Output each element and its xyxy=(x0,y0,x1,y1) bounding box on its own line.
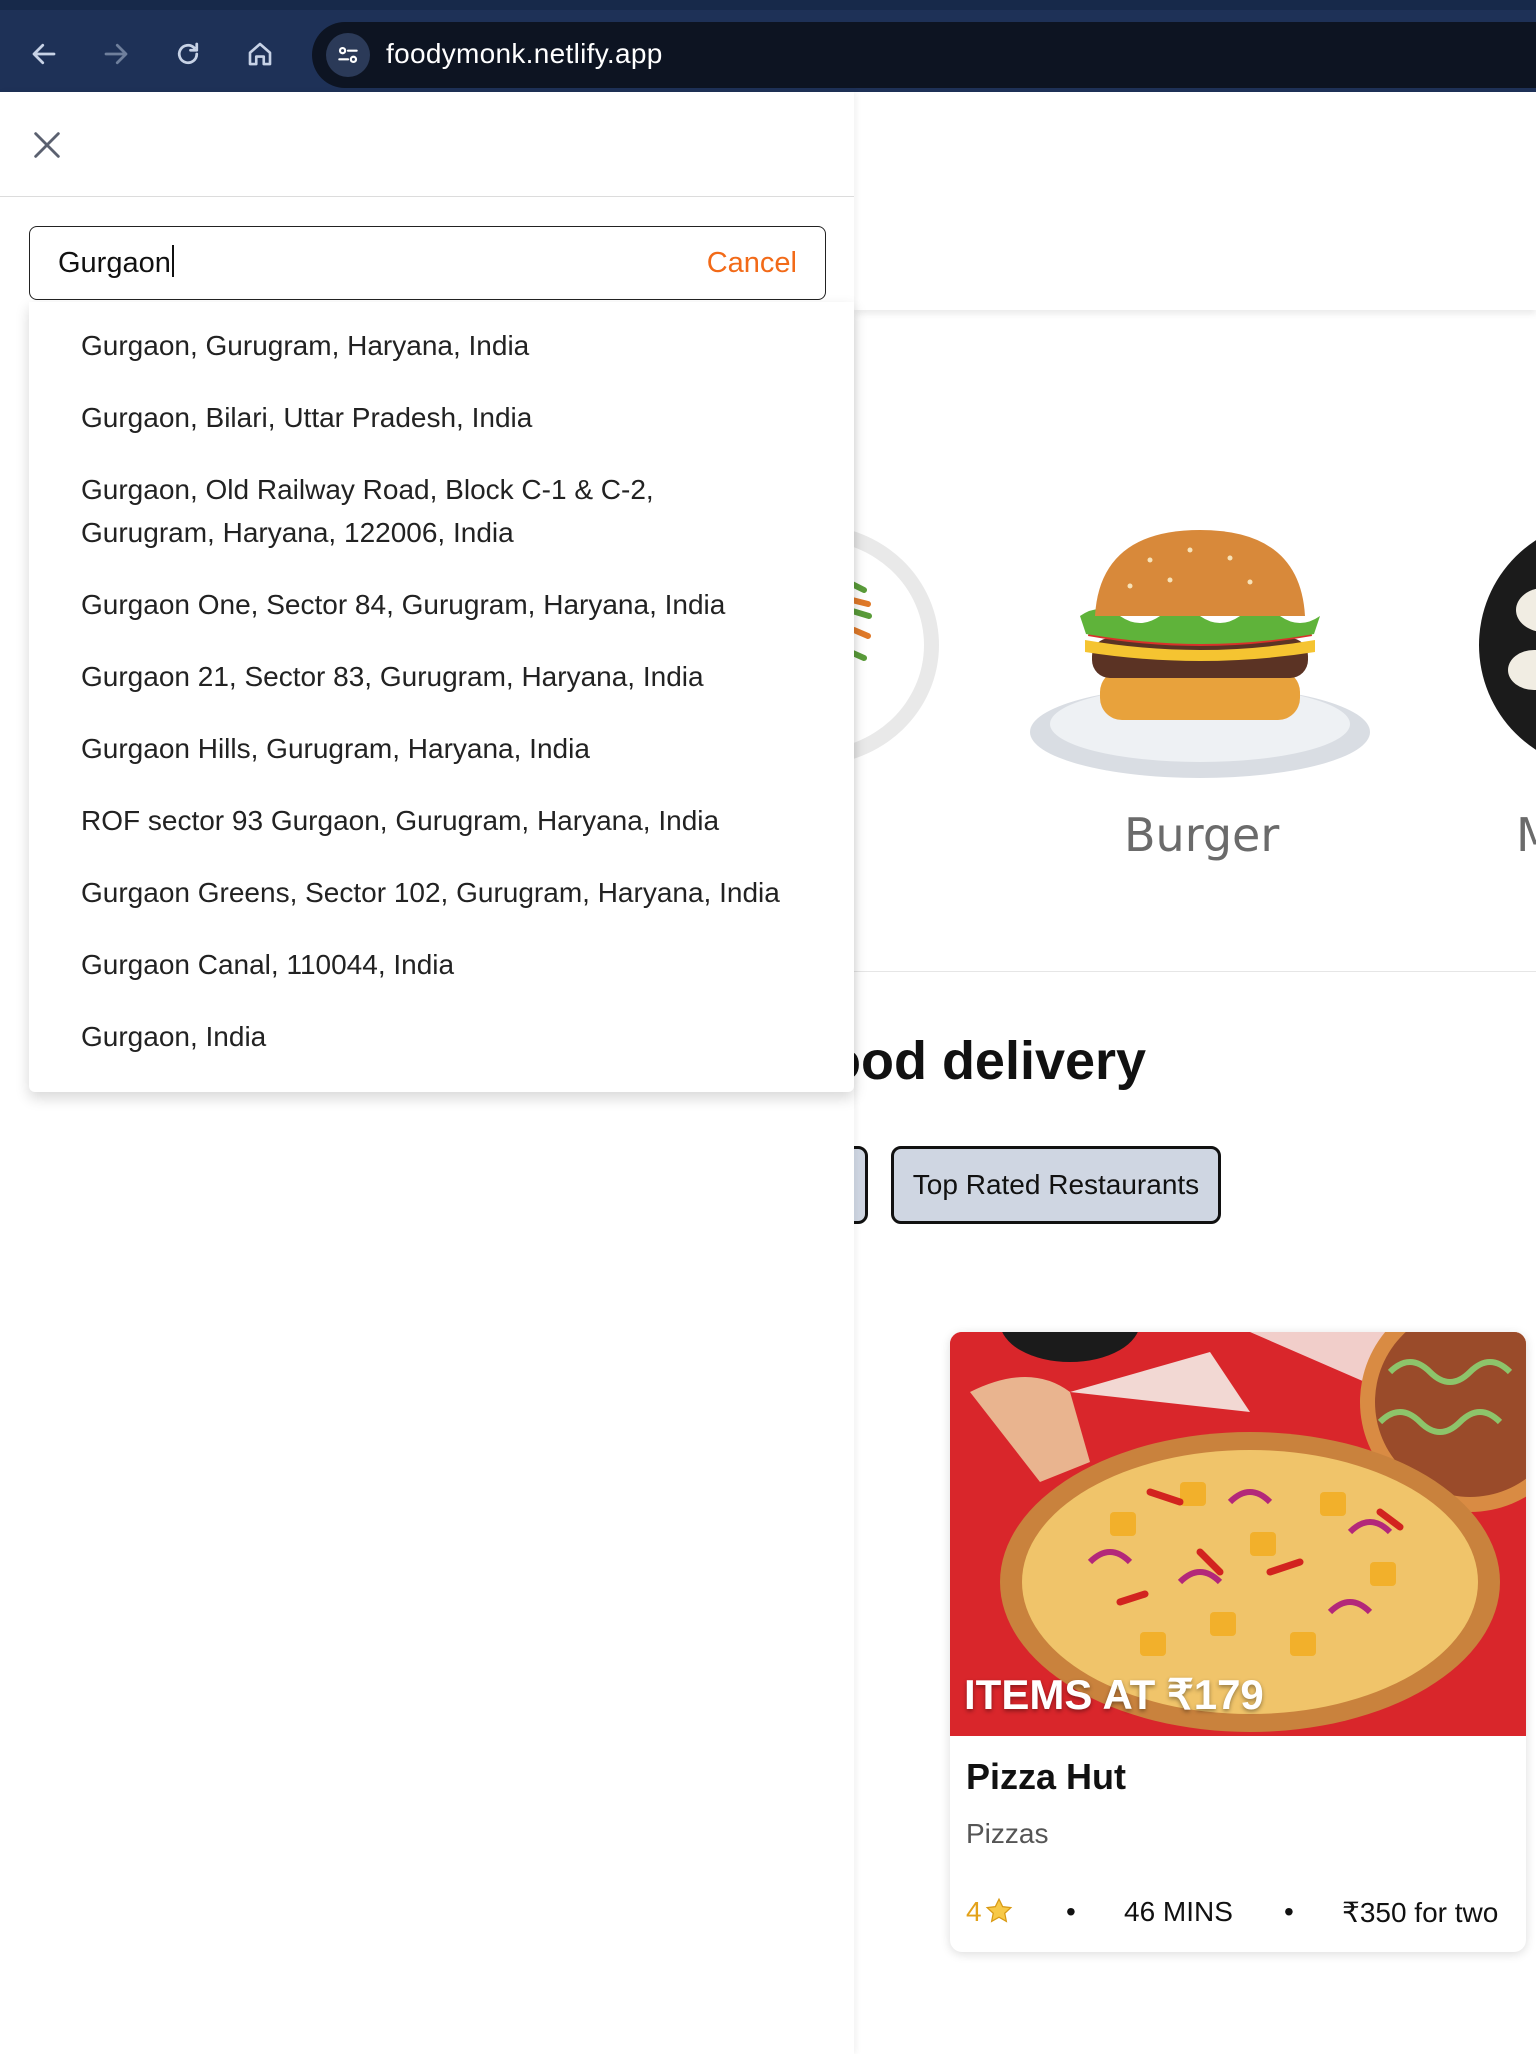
offer-text: ITEMS AT ₹179 xyxy=(964,1671,1264,1718)
location-search-input[interactable]: Gurgaon Cancel xyxy=(29,226,826,300)
cost-for-two: ₹350 for two xyxy=(1342,1897,1499,1928)
location-panel: Gurgaon Cancel Gurgaon, Gurugram, Haryan… xyxy=(0,92,854,2054)
category-carousel: Burger M xyxy=(854,310,1536,970)
url-text: foodymonk.netlify.app xyxy=(386,38,663,69)
suggestion-item[interactable]: Gurgaon, Gurugram, Haryana, India xyxy=(81,324,821,367)
wrap-dish-image xyxy=(854,531,939,759)
suggestion-item[interactable]: Gurgaon, Old Railway Road, Block C-1 & C… xyxy=(81,468,681,554)
category-label-partial[interactable]: M xyxy=(1516,808,1536,862)
meta-separator: • xyxy=(1284,1896,1294,1927)
close-icon[interactable] xyxy=(26,124,68,166)
momo-dish-image xyxy=(1479,540,1536,750)
filter-top-rated-button[interactable]: Top Rated Restaurants xyxy=(891,1146,1221,1224)
suggestion-item[interactable]: Gurgaon Canal, 110044, India xyxy=(81,943,821,986)
cancel-button[interactable]: Cancel xyxy=(707,247,797,280)
star-icon xyxy=(984,1896,1014,1933)
section-title: food delivery xyxy=(810,1031,1147,1091)
browser-toolbar: foodymonk.netlify.app xyxy=(0,0,1536,92)
suggestion-item[interactable]: Gurgaon One, Sector 84, Gurugram, Haryan… xyxy=(81,583,821,626)
suggestion-item[interactable]: Gurgaon Hills, Gurugram, Haryana, India xyxy=(81,727,821,770)
restaurant-name[interactable]: Pizza Hut xyxy=(966,1756,1126,1798)
suggestion-item[interactable]: Gurgaon, India xyxy=(81,1015,821,1058)
restaurant-image: ITEMS AT ₹179 xyxy=(950,1332,1526,1736)
suggestion-item[interactable]: Gurgaon, Bilari, Uttar Pradesh, India xyxy=(81,396,821,439)
restaurant-cuisine: Pizzas xyxy=(966,1818,1049,1849)
category-label-burger[interactable]: Burger xyxy=(1124,808,1279,862)
suggestion-item[interactable]: Gurgaon 21, Sector 83, Gurugram, Haryana… xyxy=(81,655,821,698)
text-caret xyxy=(171,245,174,277)
search-value: Gurgaon xyxy=(58,247,171,279)
reload-icon[interactable] xyxy=(168,34,208,74)
meta-separator: • xyxy=(1066,1896,1076,1927)
suggestions-dropdown: Gurgaon, Gurugram, Haryana, India Gurgao… xyxy=(29,302,854,1092)
panel-header xyxy=(0,92,854,197)
restaurant-meta: 4 • 46 MINS • ₹350 for two xyxy=(966,1896,1514,1936)
burger-image xyxy=(1030,530,1370,778)
section-divider xyxy=(854,971,1536,972)
home-icon[interactable] xyxy=(240,34,280,74)
back-arrow-icon[interactable] xyxy=(24,34,64,74)
restaurant-card[interactable]: ITEMS AT ₹179 Pizza Hut Pizzas 4 • 46 MI… xyxy=(950,1332,1526,1952)
site-settings-icon[interactable] xyxy=(326,33,370,77)
suggestion-item[interactable]: ROF sector 93 Gurgaon, Gurugram, Haryana… xyxy=(81,799,821,842)
rating-value: 4 xyxy=(966,1896,982,1927)
forward-arrow-icon[interactable] xyxy=(96,34,136,74)
page-header xyxy=(854,92,1536,310)
suggestion-item[interactable]: Gurgaon Greens, Sector 102, Gurugram, Ha… xyxy=(81,871,821,914)
delivery-time: 46 MINS xyxy=(1124,1896,1233,1927)
address-bar[interactable]: foodymonk.netlify.app xyxy=(312,22,1536,88)
